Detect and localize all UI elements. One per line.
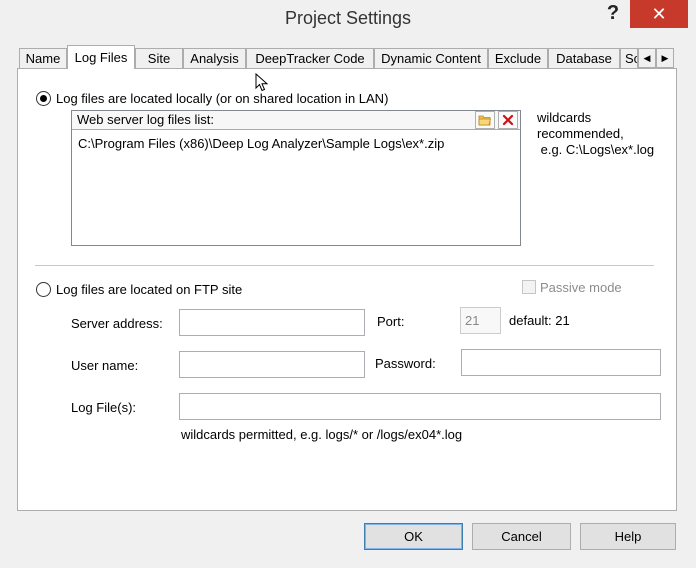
mouse-cursor-icon: [255, 72, 269, 96]
user-name-input[interactable]: [179, 351, 365, 378]
help-icon[interactable]: ?: [600, 2, 626, 32]
section-divider: [35, 265, 654, 267]
passive-mode-label: Passive mode: [540, 280, 622, 295]
port-default-hint: default: 21: [509, 313, 570, 328]
ftp-radio[interactable]: [36, 282, 51, 297]
window-title: Project Settings: [284, 8, 412, 28]
tab-exclude[interactable]: Exclude: [488, 48, 548, 68]
cancel-button[interactable]: Cancel: [472, 523, 571, 550]
password-label: Password:: [375, 356, 436, 371]
list-item[interactable]: C:\Program Files (x86)\Deep Log Analyzer…: [78, 136, 444, 151]
tab-deeptracker-code[interactable]: DeepTracker Code: [246, 48, 374, 68]
tab-log-files[interactable]: Log Files: [67, 45, 135, 69]
local-radio-label[interactable]: Log files are located locally (or on sha…: [56, 91, 388, 106]
tab-database[interactable]: Database: [548, 48, 620, 68]
tab-site[interactable]: Site: [135, 48, 183, 68]
port-input[interactable]: [460, 307, 501, 334]
wildcards-hint-line: wildcards: [537, 110, 592, 125]
ftp-radio-label[interactable]: Log files are located on FTP site: [56, 282, 242, 297]
ok-button[interactable]: OK: [364, 523, 463, 550]
tab-truncated[interactable]: Sc: [620, 48, 638, 68]
tab-name[interactable]: Name: [19, 48, 67, 68]
log-files-list-title: Web server log files list:: [77, 112, 215, 127]
wildcards-hint: wildcards recommended, e.g. C:\Logs\ex*.…: [537, 110, 654, 158]
tab-scroll-buttons: ◀ ▶: [638, 48, 676, 68]
tab-dynamic-content[interactable]: Dynamic Content: [374, 48, 488, 68]
scroll-right-icon[interactable]: ▶: [656, 48, 674, 68]
port-label: Port:: [377, 314, 405, 329]
log-files-input[interactable]: [179, 393, 661, 420]
wildcards-hint-line: recommended,: [537, 126, 624, 141]
tab-analysis[interactable]: Analysis: [183, 48, 246, 68]
server-address-input[interactable]: [179, 309, 365, 336]
server-address-label: Server address:: [71, 316, 163, 331]
delete-icon[interactable]: [498, 111, 518, 129]
log-files-label: Log File(s):: [71, 400, 137, 415]
log-files-hint: wildcards permitted, e.g. logs/* or /log…: [181, 427, 463, 442]
close-button[interactable]: ✕: [630, 0, 688, 28]
passive-mode-checkbox[interactable]: [522, 280, 536, 294]
folder-icon[interactable]: [475, 111, 495, 129]
log-files-list[interactable]: [71, 110, 521, 246]
user-name-label: User name:: [71, 358, 139, 373]
help-button[interactable]: Help: [580, 523, 676, 550]
scroll-left-icon[interactable]: ◀: [638, 48, 656, 68]
local-radio[interactable]: [36, 91, 51, 106]
password-input[interactable]: [461, 349, 661, 376]
wildcards-hint-line: e.g. C:\Logs\ex*.log: [537, 142, 655, 157]
